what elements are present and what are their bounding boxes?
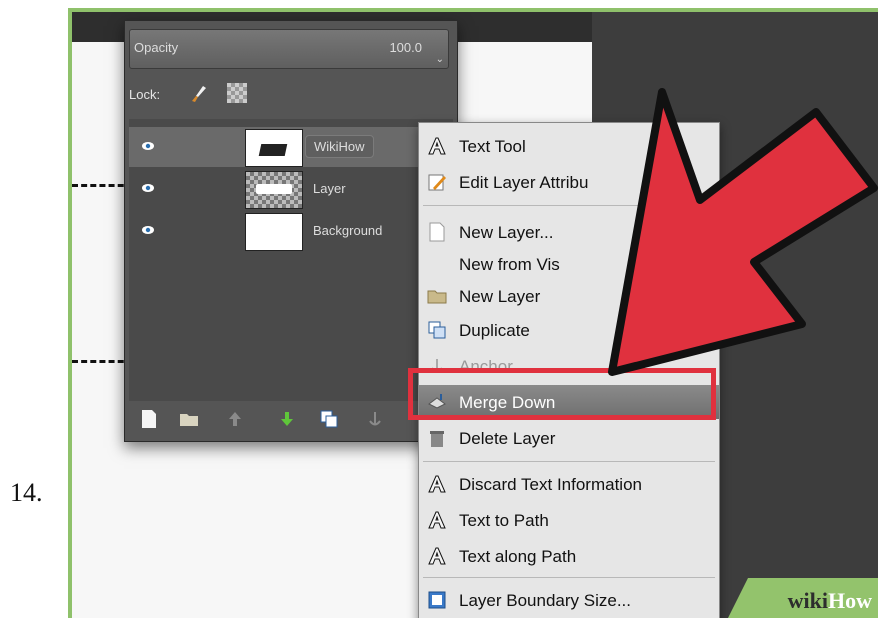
layer-name: Layer: [313, 181, 346, 196]
step-number: 14.: [10, 478, 43, 507]
boundary-icon: [428, 591, 446, 609]
folder-icon[interactable]: [179, 409, 199, 429]
menu-item-text-to-path[interactable]: Text to Path: [419, 503, 719, 537]
layer-list: WikiHow Layer Background: [129, 119, 453, 401]
menu-item-label: Discard Text Information: [459, 475, 642, 494]
layer-thumbnail: [245, 213, 303, 251]
logo-how: How: [828, 588, 872, 613]
layer-row-wikihow[interactable]: WikiHow: [129, 127, 453, 167]
menu-separator: [423, 577, 715, 578]
screenshot-frame: Opacity 100.0 ⌄ Lock: WikiHow Layer Back…: [68, 8, 878, 618]
layer-thumbnail: [245, 171, 303, 209]
arrow-up-icon[interactable]: [225, 409, 245, 429]
layer-row-background[interactable]: Background: [129, 211, 453, 251]
duplicate-icon[interactable]: [319, 409, 339, 429]
menu-item-text-along-path[interactable]: Text along Path: [419, 539, 719, 573]
menu-item-label: Delete Layer: [459, 429, 556, 448]
menu-separator: [423, 461, 715, 462]
menu-item-label: Layer Boundary Size...: [459, 591, 631, 610]
paintbrush-icon[interactable]: [191, 85, 207, 103]
opacity-label: Opacity: [134, 40, 179, 55]
gimp-window: Opacity 100.0 ⌄ Lock: WikiHow Layer Back…: [72, 12, 878, 618]
menu-item-discard-text[interactable]: Discard Text Information: [419, 467, 719, 501]
new-layer-icon[interactable]: [139, 409, 159, 429]
layer-name[interactable]: WikiHow: [305, 135, 374, 158]
chevron-down-icon[interactable]: ⌄: [436, 54, 444, 65]
text-icon: [428, 547, 446, 565]
eye-icon[interactable]: [141, 225, 155, 235]
menu-item-label: Text to Path: [459, 511, 549, 530]
anchor-icon[interactable]: [365, 409, 385, 429]
text-icon: [428, 511, 446, 529]
red-arrow-icon: [608, 88, 878, 376]
layer-row-layer[interactable]: Layer: [129, 169, 453, 209]
opacity-field[interactable]: Opacity 100.0 ⌄: [129, 29, 449, 69]
lock-label: Lock:: [129, 87, 161, 102]
lock-alpha-icon[interactable]: [227, 83, 247, 103]
wikihow-logo: wikiHow: [728, 578, 878, 618]
text-icon: [428, 475, 446, 493]
arrow-down-icon[interactable]: [277, 409, 297, 429]
menu-item-layer-boundary-size[interactable]: Layer Boundary Size...: [419, 583, 719, 617]
layer-name: Background: [313, 223, 383, 238]
layer-thumbnail: [245, 129, 303, 167]
logo-wiki: wiki: [787, 588, 828, 613]
eye-icon[interactable]: [141, 141, 155, 151]
menu-item-label: Text along Path: [459, 547, 577, 566]
eye-icon[interactable]: [141, 183, 155, 193]
opacity-value: 100.0: [389, 40, 422, 55]
